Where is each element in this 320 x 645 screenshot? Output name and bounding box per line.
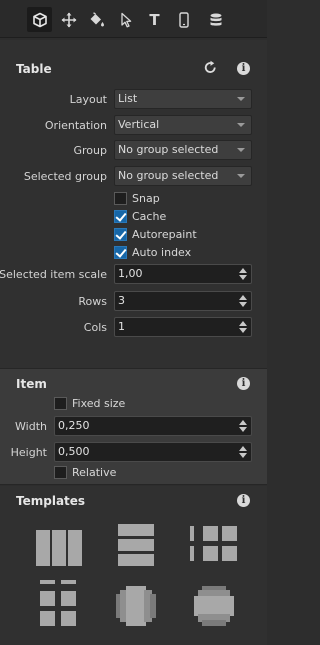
fixed-size-checkbox[interactable]: [54, 397, 67, 410]
spinner-arrows-icon[interactable]: [239, 445, 248, 459]
phone-icon: [178, 11, 189, 28]
relative-label: Relative: [72, 466, 117, 479]
pointer-tool-button[interactable]: [113, 7, 138, 32]
relative-checkbox[interactable]: [54, 466, 67, 479]
item-section-title: Item: [16, 377, 47, 391]
selected-item-scale-label: Selected item scale: [0, 268, 107, 281]
selected-item-scale-input[interactable]: 1,00: [114, 264, 252, 284]
text-icon: T: [149, 10, 160, 29]
selected-item-scale-value: 1,00: [118, 267, 143, 280]
layout-label: Layout: [69, 93, 107, 106]
fixed-size-label: Fixed size: [72, 397, 126, 410]
layout-select[interactable]: List: [114, 89, 252, 109]
selected-group-select-value: No group selected: [118, 169, 219, 182]
vertical-stack-template[interactable]: [194, 586, 234, 626]
chevron-down-icon: [237, 123, 245, 127]
orientation-select[interactable]: Vertical: [114, 115, 252, 135]
width-value: 0,250: [58, 419, 90, 432]
layout-select-value: List: [118, 92, 138, 105]
text-tool-button[interactable]: T: [142, 7, 167, 32]
table-panel: Table i Layout List Orientation Vertical…: [0, 40, 267, 368]
cube-tool-button[interactable]: [27, 7, 52, 32]
database-icon: [210, 13, 221, 26]
snap-checkbox[interactable]: [114, 192, 127, 205]
item-info-icon[interactable]: i: [237, 377, 250, 390]
spinner-arrows-icon[interactable]: [239, 294, 248, 308]
autorepaint-label: Autorepaint: [132, 228, 197, 241]
cols-value: 1: [118, 320, 125, 333]
horizontal-stack-template[interactable]: [116, 586, 156, 626]
three-columns-template[interactable]: [36, 530, 82, 566]
table-info-icon[interactable]: i: [237, 62, 250, 75]
chevron-down-icon: [237, 148, 245, 152]
width-input[interactable]: 0,250: [54, 416, 252, 436]
cols-label: Cols: [83, 321, 107, 334]
auto-index-checkbox[interactable]: [114, 246, 127, 259]
reset-icon[interactable]: [203, 60, 218, 75]
toolbar: T: [0, 0, 267, 38]
templates-section-title: Templates: [16, 494, 86, 508]
selected-group-select[interactable]: No group selected: [114, 166, 252, 186]
chevron-down-icon: [237, 174, 245, 178]
height-value: 0,500: [58, 445, 90, 458]
snap-label: Snap: [132, 192, 160, 205]
three-rows-template[interactable]: [118, 524, 154, 566]
move-icon: [61, 12, 76, 27]
spinner-arrows-icon[interactable]: [239, 267, 248, 281]
pointer-icon: [120, 12, 131, 27]
rows-label: Rows: [78, 295, 107, 308]
templates-info-icon[interactable]: i: [237, 494, 250, 507]
paint-bucket-tool-button[interactable]: [84, 7, 109, 32]
rows-input[interactable]: 3: [114, 291, 252, 311]
orientation-select-value: Vertical: [118, 118, 160, 131]
group-select[interactable]: No group selected: [114, 140, 252, 160]
templates-panel: Templates i: [0, 486, 267, 645]
database-tool-button[interactable]: [203, 7, 228, 32]
paint-bucket-icon: [90, 11, 104, 26]
auto-index-label: Auto index: [132, 246, 192, 259]
phone-tool-button[interactable]: [171, 7, 196, 32]
table-section-title: Table: [16, 62, 52, 76]
move-tool-button[interactable]: [56, 7, 81, 32]
selected-group-label: Selected group: [23, 170, 107, 183]
height-input[interactable]: 0,500: [54, 442, 252, 462]
autorepaint-checkbox[interactable]: [114, 228, 127, 241]
cache-checkbox[interactable]: [114, 210, 127, 223]
cols-input[interactable]: 1: [114, 317, 252, 337]
orientation-label: Orientation: [44, 119, 107, 132]
cube-icon: [32, 12, 47, 27]
three-by-two-grid-template[interactable]: [40, 580, 80, 632]
cache-label: Cache: [132, 210, 167, 223]
height-label: Height: [10, 446, 47, 459]
spinner-arrows-icon[interactable]: [239, 419, 248, 433]
item-panel: Item i Fixed size Width 0,250 Height 0,5…: [0, 368, 267, 485]
group-select-value: No group selected: [118, 143, 219, 156]
two-by-three-grid-template[interactable]: [190, 526, 240, 566]
rows-value: 3: [118, 294, 125, 307]
width-label: Width: [15, 420, 47, 433]
group-label: Group: [73, 144, 108, 157]
spinner-arrows-icon[interactable]: [239, 320, 248, 334]
chevron-down-icon: [237, 97, 245, 101]
